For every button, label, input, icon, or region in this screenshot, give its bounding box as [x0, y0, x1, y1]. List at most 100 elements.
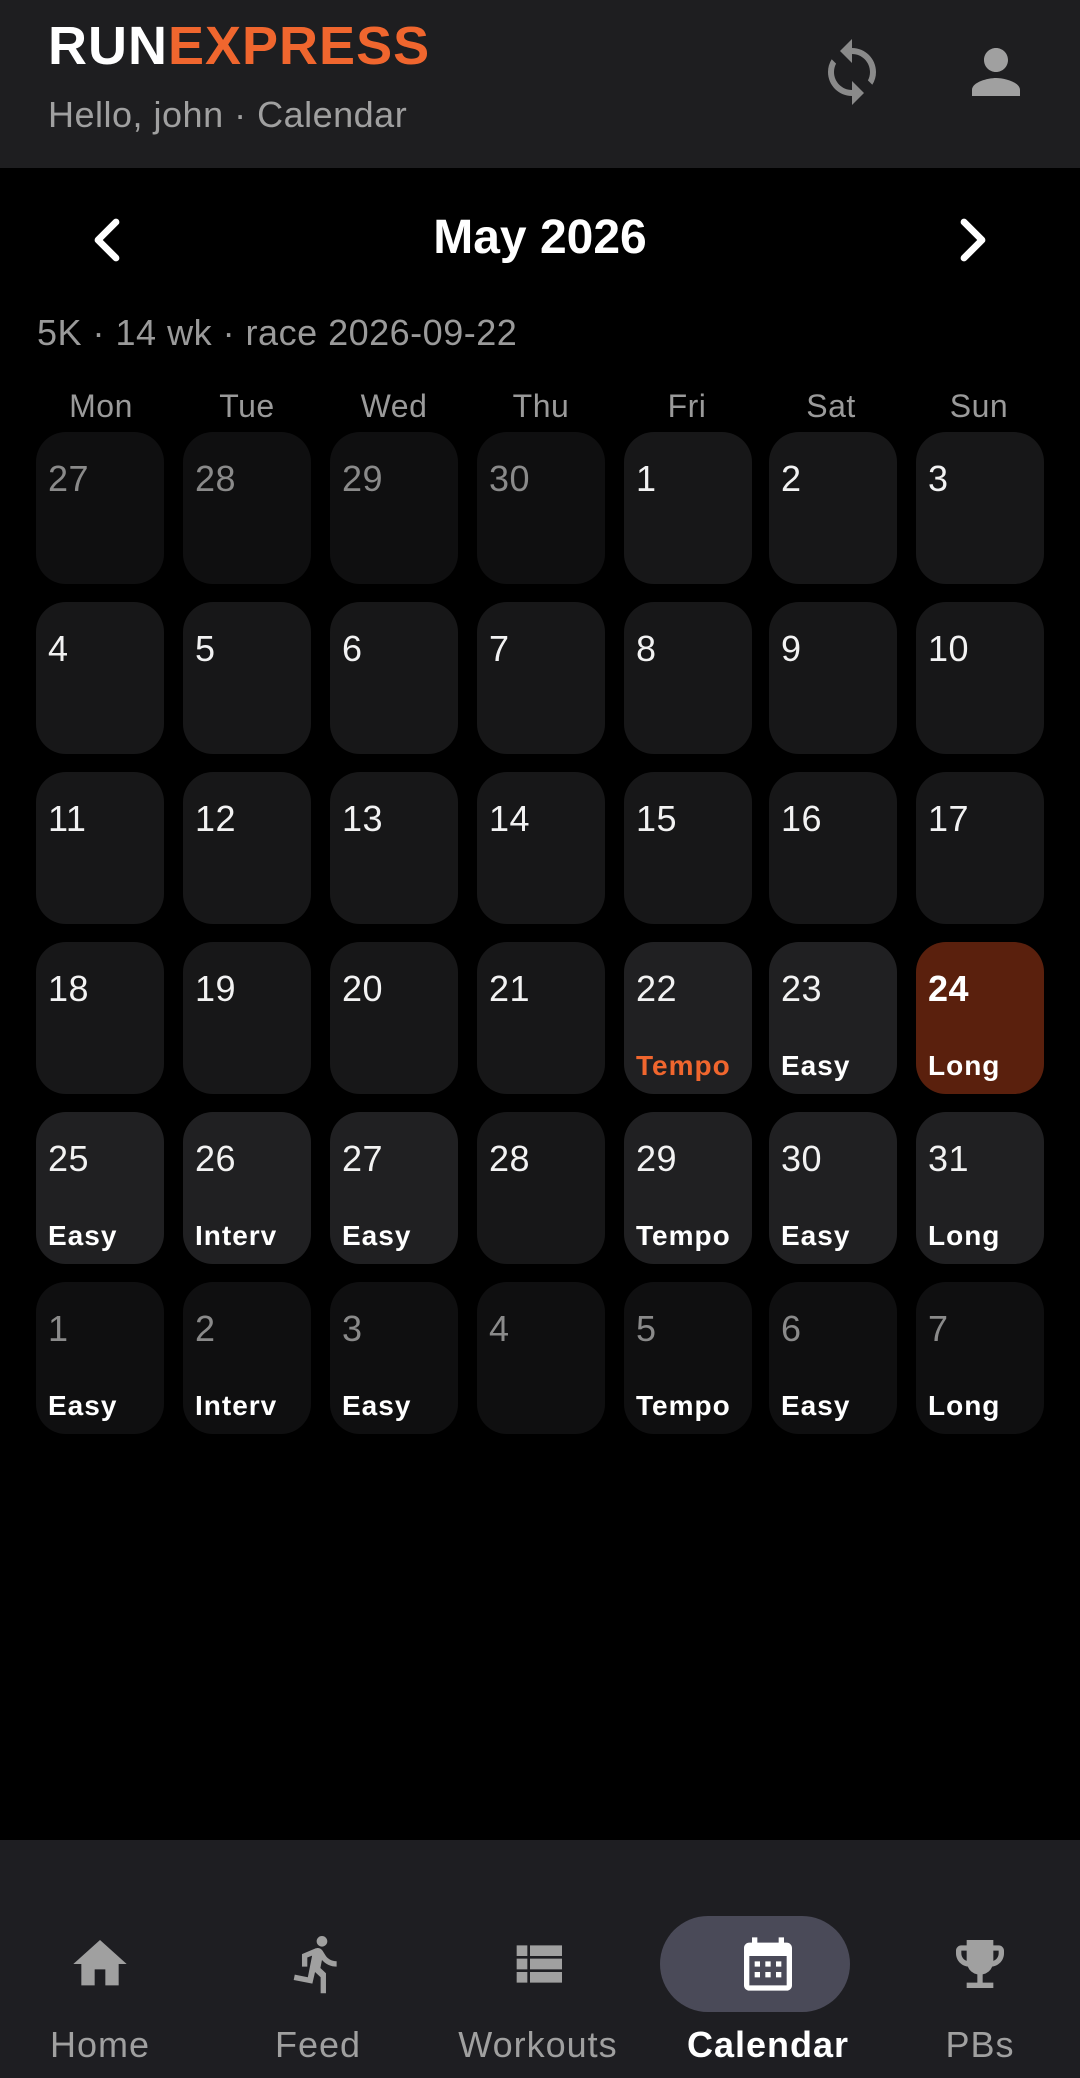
calendar-day-cell[interactable]: 21 — [477, 942, 605, 1094]
day-number: 6 — [342, 628, 363, 669]
day-number: 5 — [636, 1308, 657, 1349]
weekday-label: Wed — [360, 388, 428, 424]
calendar-day-cell[interactable]: 22 Tempo — [624, 942, 752, 1094]
calendar-day-cell[interactable]: 9 — [769, 602, 897, 754]
weekday-label: Sat — [806, 388, 856, 424]
day-number: 2 — [781, 458, 802, 499]
day-number: 25 — [48, 1138, 90, 1179]
day-number: 16 — [781, 798, 823, 839]
calendar-day-cell[interactable]: 31 Long — [916, 1112, 1044, 1264]
calendar-day-cell[interactable]: 2 — [769, 432, 897, 584]
calendar-day-cell[interactable]: 26 Interv — [183, 1112, 311, 1264]
workout-label: Interv — [195, 1220, 278, 1251]
nav-feed[interactable]: Feed — [218, 1874, 418, 2065]
home-icon — [73, 1940, 127, 1986]
calendar-day-cell[interactable]: 4 — [36, 602, 164, 754]
nav-calendar[interactable]: Calendar — [660, 1874, 868, 2065]
list-icon — [516, 1945, 562, 1983]
nav-label: Workouts — [458, 2024, 618, 2065]
calendar-day-cell[interactable]: 1 — [624, 432, 752, 584]
month-title: May 2026 — [433, 211, 647, 264]
day-number: 19 — [195, 968, 237, 1009]
day-number: 22 — [636, 968, 678, 1009]
greeting-subtitle: Hello, john · Calendar — [48, 94, 408, 135]
day-number: 15 — [636, 798, 678, 839]
calendar-day-cell[interactable]: 28 — [183, 432, 311, 584]
top-app-bar: RUNEXPRESS Hello, john · Calendar — [0, 0, 1080, 168]
day-number: 3 — [928, 458, 949, 499]
day-number: 1 — [48, 1308, 69, 1349]
workout-label: Interv — [195, 1390, 278, 1421]
calendar-day-cell[interactable]: 29 Tempo — [624, 1112, 752, 1264]
workout-label: Easy — [48, 1220, 118, 1251]
sync-icon — [828, 39, 876, 105]
calendar-day-cell[interactable]: 8 — [624, 602, 752, 754]
day-number: 28 — [195, 458, 237, 499]
calendar-day-cell[interactable]: 16 — [769, 772, 897, 924]
calendar-day-cell[interactable]: 11 — [36, 772, 164, 924]
workout-label: Tempo — [636, 1220, 731, 1251]
nav-workouts[interactable]: Workouts — [438, 1874, 638, 2065]
calendar-day-cell[interactable]: 29 — [330, 432, 458, 584]
calendar-day-cell[interactable]: 28 — [477, 1112, 605, 1264]
calendar-day-cell[interactable]: 3 Easy — [330, 1282, 458, 1434]
next-month-button[interactable] — [932, 200, 1012, 280]
calendar-day-cell[interactable]: 7 Long — [916, 1282, 1044, 1434]
nav-label: PBs — [945, 2024, 1015, 2065]
calendar-day-cell[interactable]: 13 — [330, 772, 458, 924]
calendar-day-cell[interactable]: 2 Interv — [183, 1282, 311, 1434]
calendar-day-cell[interactable]: 5 — [183, 602, 311, 754]
calendar-day-cell[interactable]: 6 Easy — [769, 1282, 897, 1434]
calendar-day-cell[interactable]: 4 — [477, 1282, 605, 1434]
profile-button[interactable] — [960, 36, 1032, 108]
calendar-day-cell[interactable]: 10 — [916, 602, 1044, 754]
calendar-day-cell[interactable]: 6 — [330, 602, 458, 754]
day-number: 21 — [489, 968, 531, 1009]
day-number: 20 — [342, 968, 384, 1009]
calendar-day-cell[interactable]: 30 Easy — [769, 1112, 897, 1264]
profile-icon — [972, 48, 1020, 96]
workout-label: Long — [928, 1220, 1001, 1251]
day-number: 11 — [48, 798, 87, 839]
weekday-header-row: Mon Tue Wed Thu Fri Sat Sun — [36, 388, 1044, 428]
brand-logo: RUNEXPRESS — [48, 16, 430, 76]
calendar-day-cell[interactable]: 1 Easy — [36, 1282, 164, 1434]
day-number: 28 — [489, 1138, 531, 1179]
calendar-day-cell[interactable]: 14 — [477, 772, 605, 924]
workout-label: Tempo — [636, 1390, 731, 1421]
calendar-day-today[interactable]: 24 Long — [916, 942, 1044, 1094]
calendar-day-cell[interactable]: 19 — [183, 942, 311, 1094]
calendar-day-cell[interactable]: 27 Easy — [330, 1112, 458, 1264]
workout-label: Long — [928, 1050, 1001, 1081]
calendar-day-cell[interactable]: 7 — [477, 602, 605, 754]
day-number: 4 — [489, 1308, 510, 1349]
calendar-day-cell[interactable]: 5 Tempo — [624, 1282, 752, 1434]
day-number: 4 — [48, 628, 69, 669]
trophy-icon — [956, 1940, 1004, 1988]
calendar-day-cell[interactable]: 18 — [36, 942, 164, 1094]
day-number: 2 — [195, 1308, 216, 1349]
workout-label: Easy — [342, 1220, 412, 1251]
calendar-day-cell[interactable]: 25 Easy — [36, 1112, 164, 1264]
nav-label: Calendar — [686, 2024, 850, 2065]
calendar-day-cell[interactable]: 27 — [36, 432, 164, 584]
day-number: 29 — [342, 458, 384, 499]
nav-home[interactable]: Home — [0, 1874, 200, 2065]
calendar-day-cell[interactable]: 12 — [183, 772, 311, 924]
calendar-day-cell[interactable]: 30 — [477, 432, 605, 584]
calendar-day-cell[interactable]: 23 Easy — [769, 942, 897, 1094]
chevron-right-icon — [960, 218, 986, 262]
day-number: 27 — [48, 458, 90, 499]
day-number: 7 — [489, 628, 510, 669]
calendar-day-cell[interactable]: 15 — [624, 772, 752, 924]
day-number: 12 — [195, 798, 237, 839]
weekday-label: Sun — [949, 388, 1009, 424]
nav-pbs[interactable]: PBs — [880, 1874, 1080, 2065]
calendar-day-cell[interactable]: 20 — [330, 942, 458, 1094]
runner-icon — [293, 1935, 337, 1994]
day-number: 1 — [636, 458, 657, 499]
calendar-day-cell[interactable]: 17 — [916, 772, 1044, 924]
nav-label: Home — [49, 2024, 151, 2065]
calendar-day-cell[interactable]: 3 — [916, 432, 1044, 584]
sync-button[interactable] — [816, 36, 888, 108]
